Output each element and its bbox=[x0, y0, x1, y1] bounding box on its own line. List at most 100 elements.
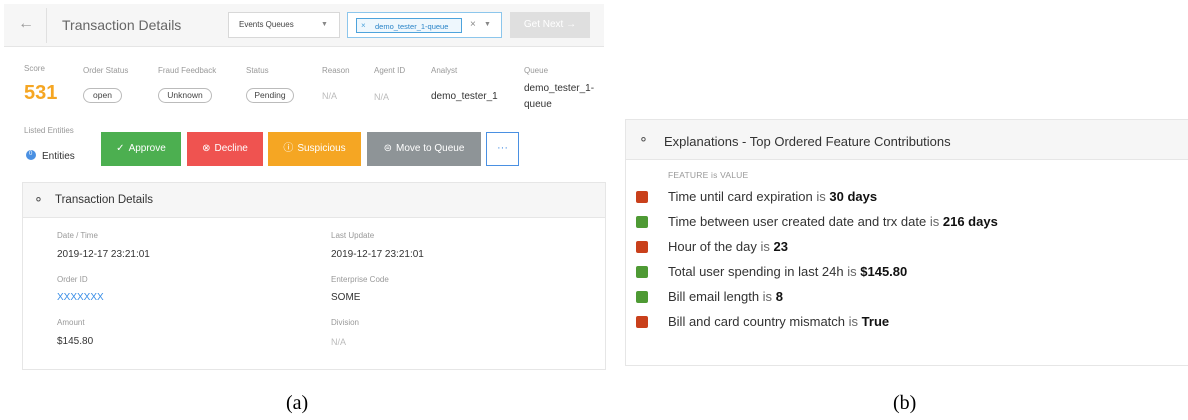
x-circle-icon: ⊗ bbox=[202, 143, 211, 154]
status-badge: Pending bbox=[246, 88, 294, 103]
remove-tag-icon[interactable]: × bbox=[361, 21, 366, 30]
decline-label: Decline bbox=[214, 143, 248, 154]
last-update-value: 2019-12-17 23:21:01 bbox=[331, 249, 424, 260]
card-title: Transaction Details bbox=[55, 194, 154, 206]
feature-text: Time until card expiration is 30 days bbox=[668, 189, 877, 204]
fraud-feedback-badge: Unknown bbox=[158, 88, 212, 103]
feature-value: 23 bbox=[773, 239, 788, 254]
shield-icon: ⚬ bbox=[33, 192, 44, 207]
order-status-label: Order Status bbox=[83, 66, 129, 75]
feature-text: Total user spending in last 24h is $145.… bbox=[668, 264, 907, 279]
feature-value: $145.80 bbox=[860, 264, 908, 279]
agent-id-label: Agent ID bbox=[374, 66, 406, 75]
caption-b: (b) bbox=[893, 392, 917, 414]
chevron-down-icon: ▼ bbox=[484, 21, 491, 28]
date-time-value: 2019-12-17 23:21:01 bbox=[57, 249, 150, 260]
amount-value: $145.80 bbox=[57, 336, 94, 347]
feature-connector: is bbox=[816, 189, 826, 204]
transaction-panel: ← Transaction Details Events Queues ▼ × … bbox=[0, 0, 610, 380]
division-label: Division bbox=[331, 318, 360, 327]
suspicious-label: Suspicious bbox=[297, 143, 346, 154]
entities-count-badge: 0 bbox=[26, 150, 36, 160]
explanations-panel: ⚬ Explanations - Top Ordered Feature Con… bbox=[625, 119, 1188, 366]
feature-value: True bbox=[861, 314, 890, 329]
feature-name: Total user spending in last 24h bbox=[668, 264, 844, 279]
queue-select[interactable]: × demo_tester_1-queue × ▼ bbox=[347, 12, 502, 38]
caption-a: (a) bbox=[286, 392, 309, 414]
order-id-link[interactable]: XXXXXXX bbox=[57, 292, 104, 303]
enterprise-code-value: SOME bbox=[331, 292, 361, 303]
contribution-indicator bbox=[636, 266, 648, 278]
feature-text: Time between user created date and trx d… bbox=[668, 214, 998, 229]
feature-row: Total user spending in last 24h is $145.… bbox=[636, 263, 1176, 283]
agent-id-value: N/A bbox=[374, 92, 390, 102]
shield-icon: ⚬ bbox=[638, 132, 649, 147]
queue-label: Queue bbox=[524, 66, 549, 75]
contribution-indicator bbox=[636, 191, 648, 203]
contribution-indicator bbox=[636, 316, 648, 328]
status-label: Status bbox=[246, 66, 269, 75]
analyst-label: Analyst bbox=[431, 66, 458, 75]
division-value: N/A bbox=[331, 337, 347, 347]
approve-button[interactable]: ✓ Approve bbox=[101, 132, 181, 166]
explanations-header: ⚬ Explanations - Top Ordered Feature Con… bbox=[626, 120, 1188, 160]
move-queue-icon: ⊜ bbox=[383, 143, 392, 154]
reason-label: Reason bbox=[322, 66, 350, 75]
suspicious-button[interactable]: ⓘ Suspicious bbox=[268, 132, 361, 166]
feature-value: 8 bbox=[775, 289, 783, 304]
get-next-button[interactable]: Get Next → bbox=[510, 12, 590, 38]
feature-connector: is bbox=[847, 264, 857, 279]
column-header: FEATURE is VALUE bbox=[668, 170, 749, 180]
score-value: 531 bbox=[24, 82, 58, 104]
card-header: ⚬ Transaction Details bbox=[23, 183, 605, 218]
feature-row: Hour of the day is 23 bbox=[636, 238, 1176, 258]
more-options-button[interactable]: ··· bbox=[486, 132, 519, 166]
move-to-queue-button[interactable]: ⊜ Move to Queue bbox=[367, 132, 481, 166]
entities-link[interactable]: Entities bbox=[42, 151, 75, 162]
contribution-indicator bbox=[636, 241, 648, 253]
queue-tag: × demo_tester_1-queue bbox=[356, 18, 462, 33]
feature-connector: is bbox=[762, 289, 773, 304]
decline-button[interactable]: ⊗ Decline bbox=[187, 132, 263, 166]
back-arrow-icon[interactable]: ← bbox=[16, 14, 36, 34]
feature-connector: is bbox=[929, 214, 940, 229]
last-update-label: Last Update bbox=[331, 231, 375, 240]
feature-row: Bill email length is 8 bbox=[636, 288, 1176, 308]
score-label: Score bbox=[24, 64, 45, 73]
page-title: Transaction Details bbox=[62, 17, 182, 33]
feature-name: Bill and card country mismatch bbox=[668, 314, 846, 329]
feature-text: Hour of the day is 23 bbox=[668, 239, 788, 254]
feature-text: Bill email length is 8 bbox=[668, 289, 783, 304]
check-circle-icon: ✓ bbox=[116, 143, 125, 154]
contribution-indicator bbox=[636, 216, 648, 228]
explanations-title: Explanations - Top Ordered Feature Contr… bbox=[664, 134, 951, 149]
queue-value: demo_tester_1-queue bbox=[524, 83, 595, 110]
chevron-down-icon: ▼ bbox=[321, 21, 328, 28]
order-status-badge: open bbox=[83, 88, 122, 103]
approve-label: Approve bbox=[128, 143, 166, 154]
alert-circle-icon: ⓘ bbox=[283, 143, 294, 154]
listed-entities-label: Listed Entities bbox=[24, 126, 74, 135]
transaction-details-card: ⚬ Transaction Details Date / Time 2019-1… bbox=[22, 182, 606, 370]
feature-value: 216 days bbox=[942, 214, 998, 229]
feature-name: Bill email length bbox=[668, 289, 760, 304]
feature-row: Bill and card country mismatch is True bbox=[636, 313, 1176, 333]
divider bbox=[46, 8, 47, 43]
feature-name: Time between user created date and trx d… bbox=[668, 214, 927, 229]
date-time-label: Date / Time bbox=[57, 231, 98, 240]
contribution-indicator bbox=[636, 291, 648, 303]
enterprise-code-label: Enterprise Code bbox=[331, 275, 389, 284]
feature-row: Time between user created date and trx d… bbox=[636, 213, 1176, 233]
feature-connector: is bbox=[848, 314, 859, 329]
feature-value: 30 days bbox=[829, 189, 878, 204]
queue-type-select[interactable]: Events Queues ▼ bbox=[228, 12, 340, 38]
move-to-queue-label: Move to Queue bbox=[396, 143, 465, 154]
amount-label: Amount bbox=[57, 318, 85, 327]
clear-icon[interactable]: × bbox=[470, 19, 476, 30]
queue-type-value: Events Queues bbox=[239, 20, 294, 29]
queue-tag-label: demo_tester_1-queue bbox=[375, 22, 449, 31]
top-bar: ← Transaction Details Events Queues ▼ × … bbox=[4, 4, 604, 47]
order-id-label: Order ID bbox=[57, 275, 88, 284]
fraud-feedback-label: Fraud Feedback bbox=[158, 66, 217, 75]
feature-row: Time until card expiration is 30 days bbox=[636, 188, 1176, 208]
